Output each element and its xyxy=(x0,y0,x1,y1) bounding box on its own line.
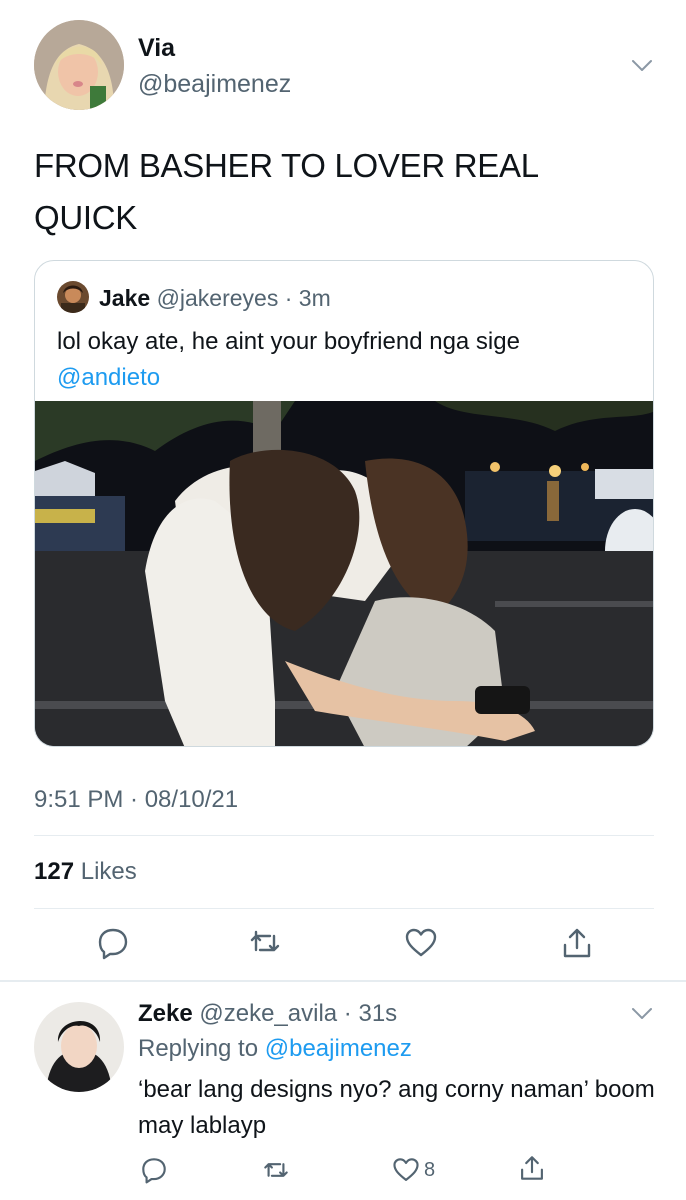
likes-count: 127 xyxy=(34,858,75,885)
replying-to: Replying to @beajimenez xyxy=(138,1035,412,1063)
quoted-text: lol okay ate, he aint your boyfriend nga… xyxy=(57,328,520,355)
quoted-header: Jake @jakereyes · 3m xyxy=(99,285,331,312)
chevron-down-icon[interactable] xyxy=(630,1006,654,1022)
tweet-text: FROM BASHER TO LOVER REAL QUICK xyxy=(34,147,538,236)
reply-header: Zeke @zeke_avila · 31s xyxy=(138,1000,397,1028)
reply-text: ‘bear lang designs nyo? ang corny naman’… xyxy=(138,1076,655,1139)
retweet-icon[interactable] xyxy=(248,926,282,960)
divider xyxy=(34,908,654,909)
section-divider xyxy=(0,980,686,982)
likes-label: Likes xyxy=(80,858,137,885)
chevron-down-icon[interactable] xyxy=(630,58,654,74)
quoted-author-name[interactable]: Jake xyxy=(99,285,150,311)
retweet-icon[interactable] xyxy=(262,1156,290,1184)
share-icon[interactable] xyxy=(518,1154,546,1182)
quoted-tweet[interactable]: Jake @jakereyes · 3m lol okay ate, he ai… xyxy=(34,260,654,747)
author-avatar[interactable] xyxy=(34,20,124,110)
replying-to-link[interactable]: @beajimenez xyxy=(265,1035,412,1062)
tweet-timestamp[interactable]: 9:51 PM · 08/10/21 xyxy=(34,786,238,814)
heart-icon[interactable] xyxy=(404,926,438,960)
quoted-meta: @jakereyes · 3m xyxy=(156,285,331,311)
divider xyxy=(34,835,654,836)
heart-icon[interactable] xyxy=(392,1156,420,1184)
quoted-photo[interactable] xyxy=(35,401,653,746)
share-icon[interactable] xyxy=(560,926,594,960)
reply-author-name[interactable]: Zeke xyxy=(138,1000,193,1027)
reply-meta: @zeke_avila · 31s xyxy=(199,1000,398,1027)
quoted-mention-link[interactable]: @andieto xyxy=(57,361,160,395)
quoted-author-avatar[interactable] xyxy=(57,281,89,313)
author-name[interactable]: Via xyxy=(138,34,175,63)
reply-icon[interactable] xyxy=(140,1156,168,1184)
reply-author-avatar[interactable] xyxy=(34,1002,124,1092)
likes-stat[interactable]: 127 Likes xyxy=(34,858,137,886)
replying-prefix: Replying to xyxy=(138,1035,259,1062)
reply-like-count: 8 xyxy=(424,1159,436,1181)
author-handle[interactable]: @beajimenez xyxy=(138,70,291,99)
reply-icon[interactable] xyxy=(96,926,130,960)
